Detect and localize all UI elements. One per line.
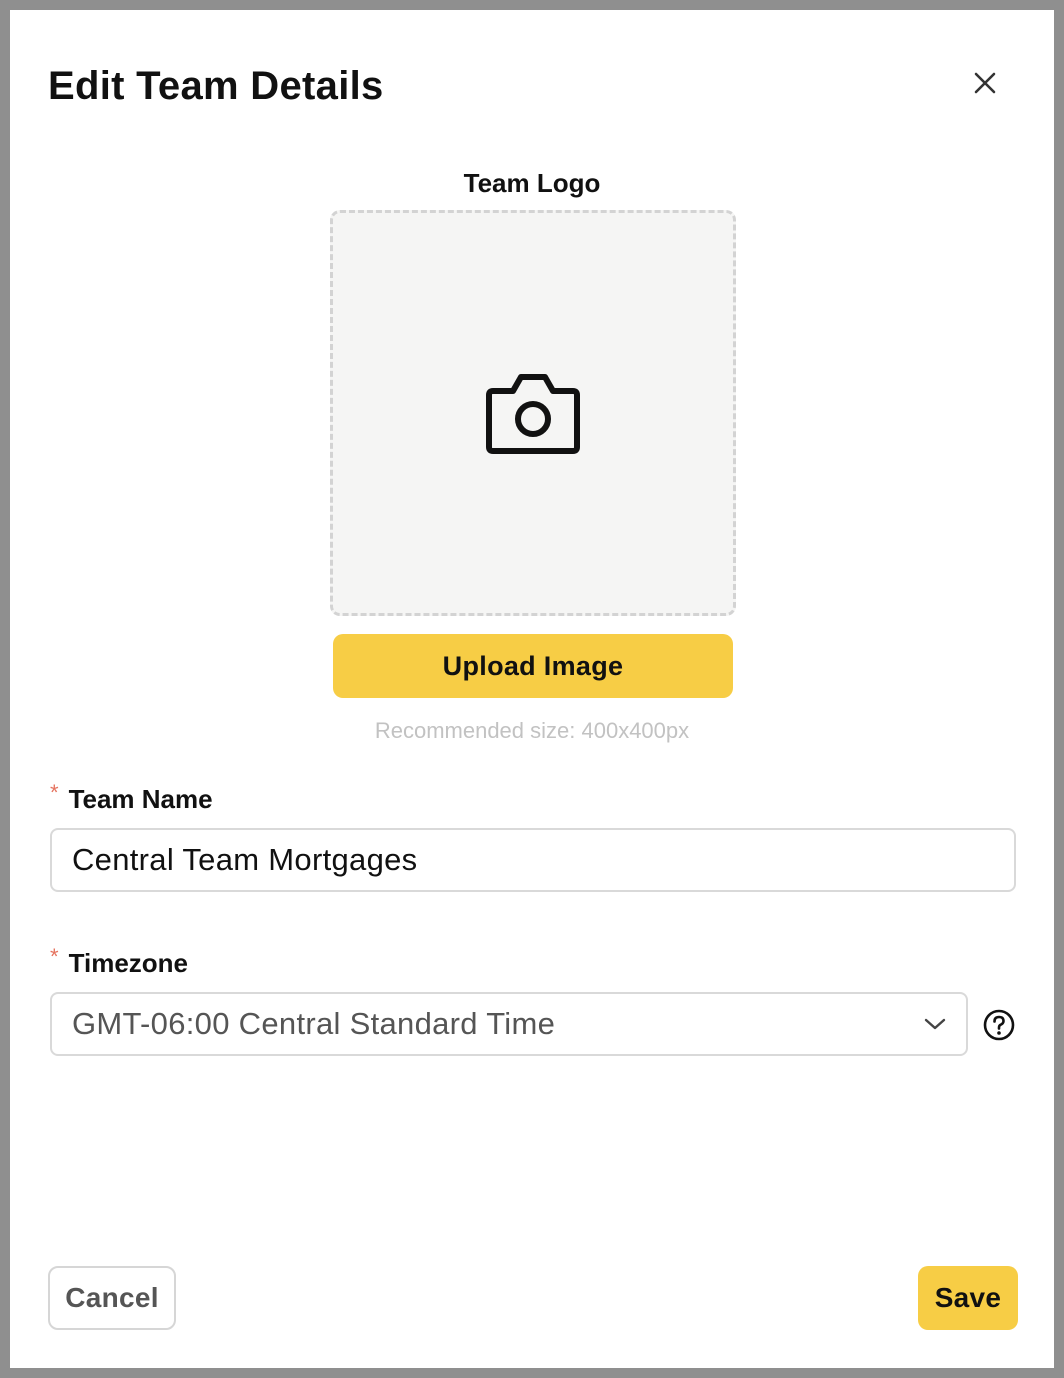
team-name-input[interactable] xyxy=(50,828,1016,892)
timezone-label-text: Timezone xyxy=(68,948,188,978)
timezone-help-button[interactable] xyxy=(982,1008,1016,1042)
question-circle-icon xyxy=(983,1009,1015,1041)
close-button[interactable] xyxy=(964,62,1006,104)
edit-team-dialog: Edit Team Details Team Logo Upload Image… xyxy=(10,10,1054,1368)
close-icon xyxy=(974,72,996,94)
chevron-down-icon xyxy=(924,1018,946,1030)
timezone-label: * Timezone xyxy=(50,944,188,979)
team-name-label-text: Team Name xyxy=(68,784,213,814)
team-logo-label: Team Logo xyxy=(463,168,601,198)
logo-dropzone[interactable] xyxy=(330,210,736,616)
dialog-title: Edit Team Details xyxy=(48,64,384,108)
camera-icon xyxy=(486,374,580,454)
required-marker: * xyxy=(50,780,59,805)
upload-size-hint: Recommended size: 400x400px xyxy=(374,718,690,743)
upload-image-button[interactable]: Upload Image xyxy=(333,634,733,698)
required-marker: * xyxy=(50,944,59,969)
save-button[interactable]: Save xyxy=(918,1266,1018,1330)
team-name-label: * Team Name xyxy=(50,780,213,815)
timezone-select[interactable]: GMT-06:00 Central Standard Time xyxy=(50,992,968,1056)
timezone-selected-value: GMT-06:00 Central Standard Time xyxy=(72,1006,556,1041)
cancel-button[interactable]: Cancel xyxy=(48,1266,176,1330)
